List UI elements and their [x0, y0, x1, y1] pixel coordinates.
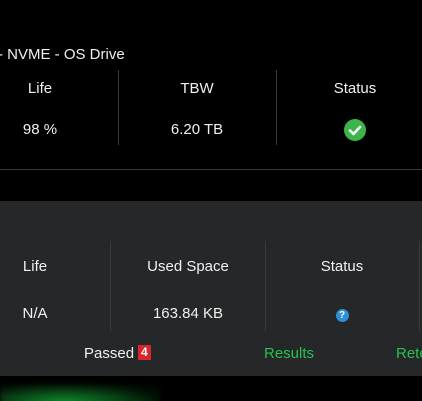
results-link[interactable]: Results	[264, 345, 314, 362]
drive-panel-os: - NVME - OS Drive Life 98 % TBW 6.20 TB …	[0, 0, 422, 168]
retest-link[interactable]: Rete	[396, 345, 422, 362]
used-space-value: 163.84 KB	[152, 305, 224, 322]
life-value: 98 %	[22, 121, 58, 138]
section-divider	[0, 169, 422, 170]
passed-label: Passed	[84, 345, 135, 362]
status-header: Status	[333, 80, 377, 97]
app-window: - NVME - OS Drive Life 98 % TBW 6.20 TB …	[0, 0, 422, 401]
drive-panel-secondary: Life N/A Used Space 163.84 KB Status ?	[0, 201, 422, 376]
status-cell: ?	[265, 305, 419, 323]
green-glow-graphic	[0, 384, 160, 401]
column-divider	[419, 241, 420, 331]
status-cell	[276, 119, 422, 146]
help-circle-icon[interactable]: ?	[335, 309, 349, 322]
life-header: Life	[22, 258, 48, 275]
tbw-value: 6.20 TB	[170, 121, 224, 138]
life-value: N/A	[22, 305, 48, 322]
passed-indicator: Passed 4	[84, 345, 151, 362]
passed-count-badge: 4	[138, 345, 151, 360]
life-header: Life	[27, 80, 53, 97]
status-header: Status	[320, 258, 364, 275]
bottom-background	[0, 376, 422, 401]
tbw-header: TBW	[180, 80, 214, 97]
drive-title: - NVME - OS Drive	[0, 46, 125, 63]
used-space-header: Used Space	[147, 258, 229, 275]
check-circle-icon	[344, 119, 366, 141]
